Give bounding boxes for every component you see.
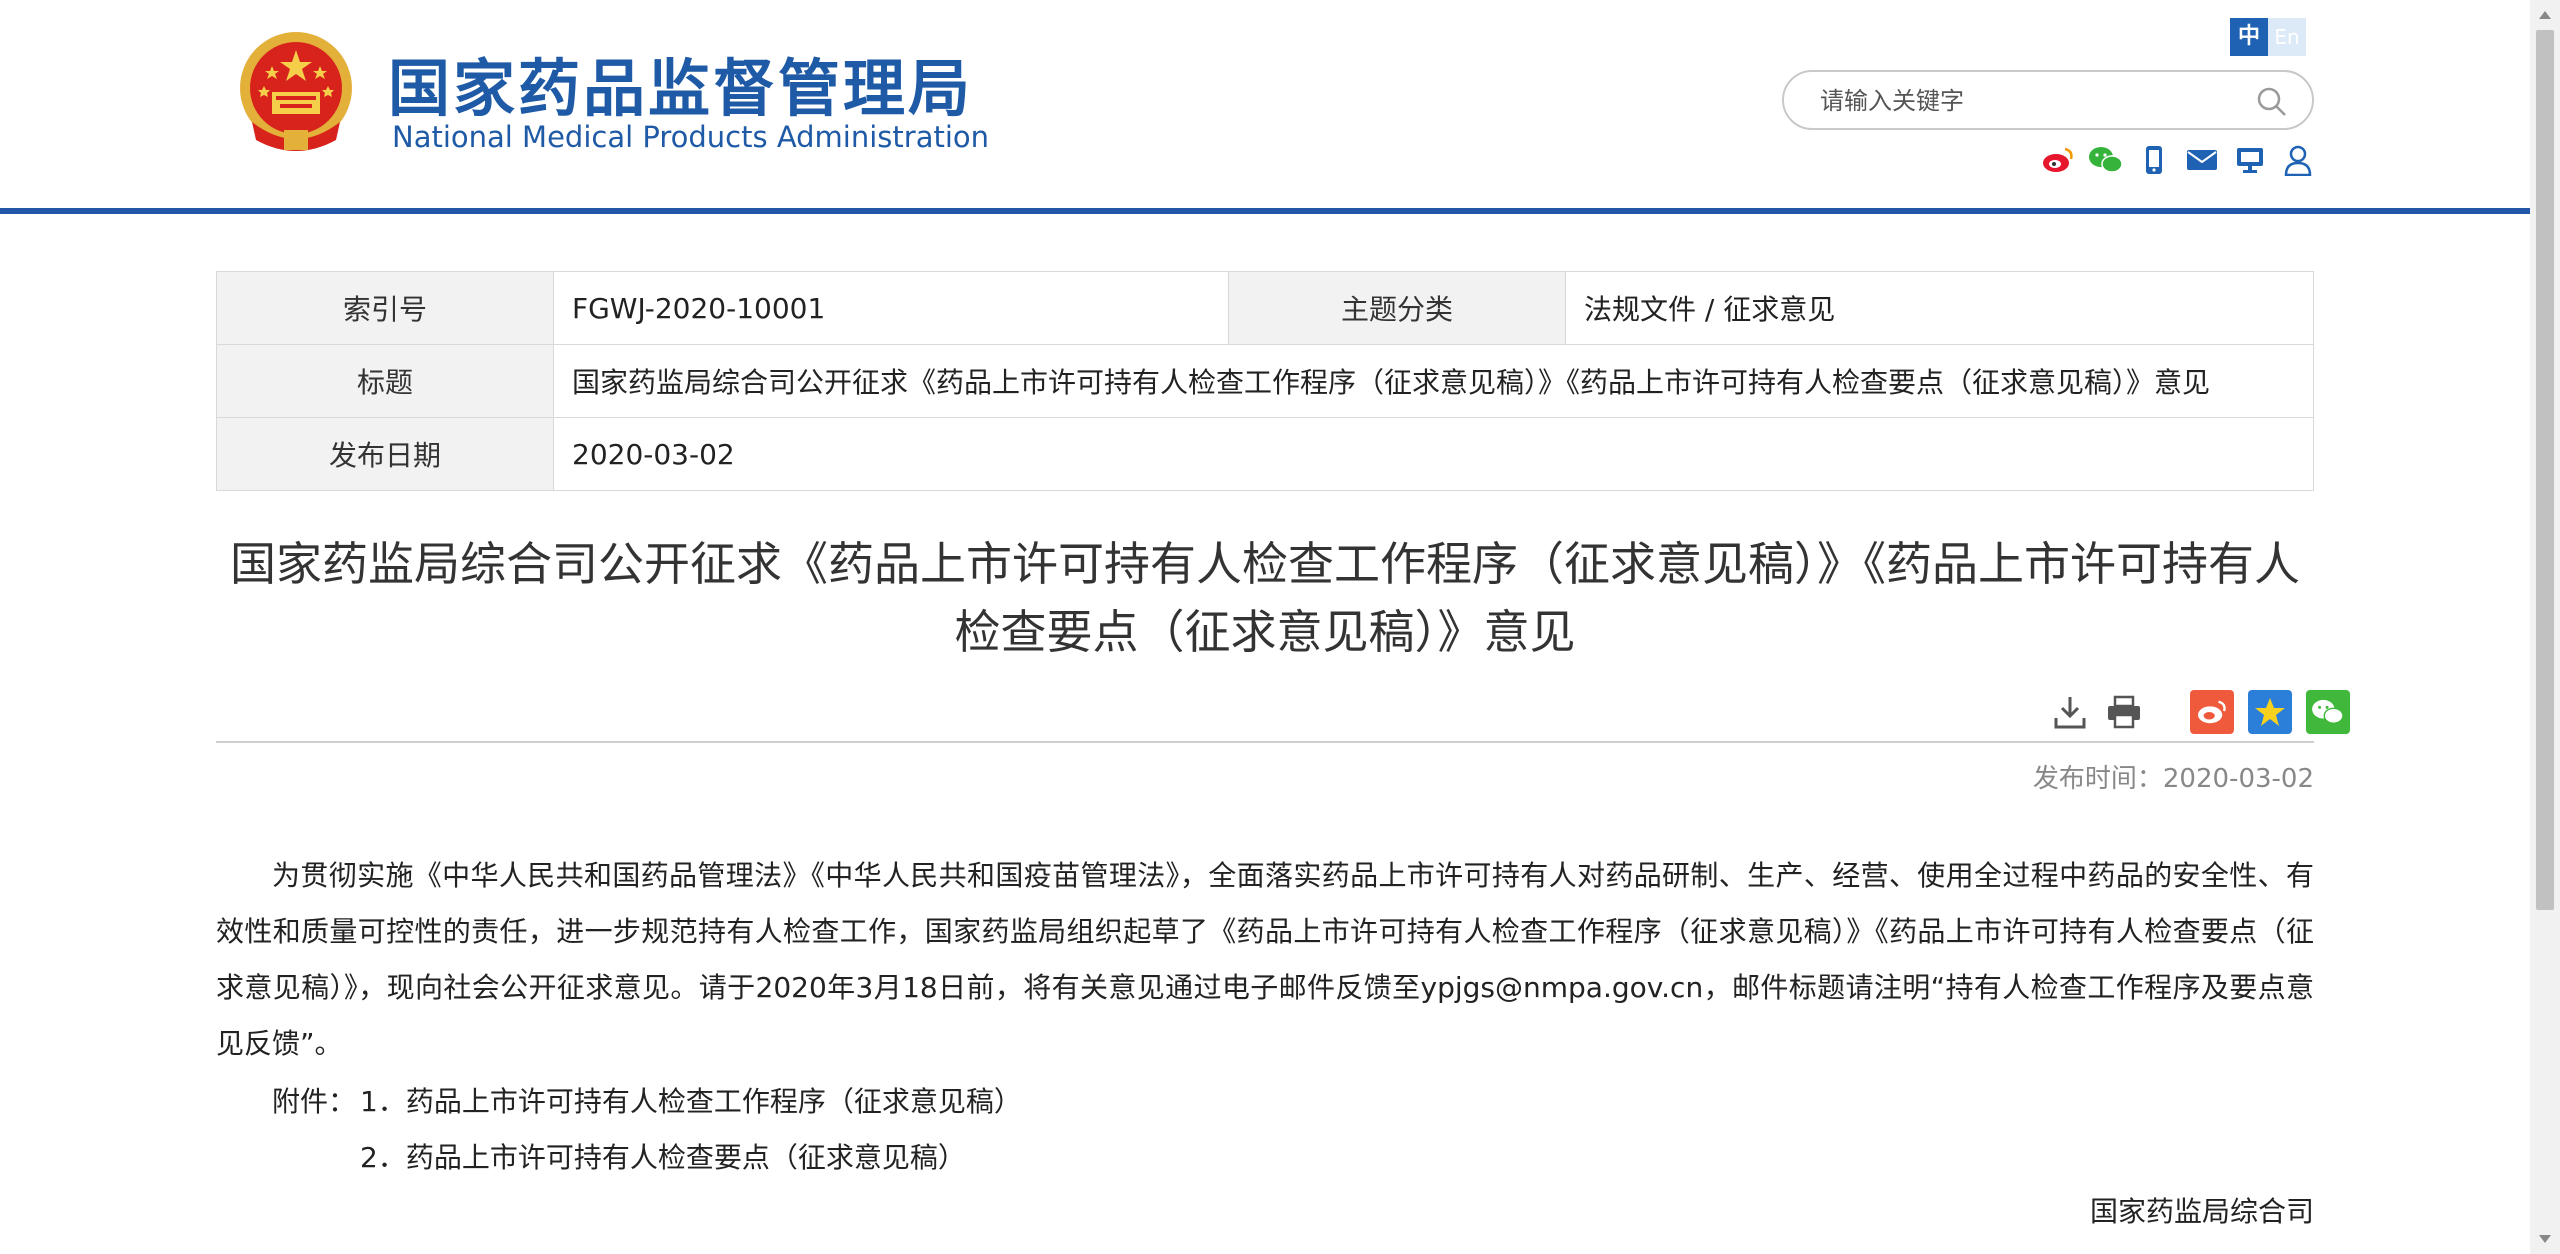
social-icons — [2040, 142, 2316, 178]
weibo-share-icon[interactable] — [2190, 690, 2234, 734]
article-body: 为贯彻实施《中华人民共和国药品管理法》《中华人民共和国疫苗管理法》，全面落实药品… — [216, 859, 2314, 1060]
screen-icon[interactable] — [2232, 142, 2268, 178]
lang-english-button[interactable]: En — [2268, 18, 2306, 56]
document-info-table: 索引号 FGWJ-2020-10001 主题分类 法规文件 / 征求意见 标题 … — [216, 271, 2314, 491]
scroll-up-arrow-icon[interactable] — [2530, 0, 2560, 30]
mobile-icon[interactable] — [2136, 142, 2172, 178]
article-signature: 国家药监局综合司 — [2089, 1195, 2314, 1228]
wechat-icon[interactable] — [2088, 142, 2124, 178]
header-divider — [0, 208, 2530, 214]
title-value: 国家药监局综合司公开征求《药品上市许可持有人检查工作程序（征求意见稿）》《药品上… — [553, 344, 2314, 418]
search-input[interactable] — [1818, 82, 2222, 120]
vertical-scrollbar[interactable] — [2530, 0, 2560, 1254]
category-value: 法规文件 / 征求意见 — [1565, 271, 2314, 345]
download-icon[interactable] — [2050, 692, 2090, 732]
attachment-link-2[interactable]: 2．药品上市许可持有人检查要点（征求意见稿） — [360, 1136, 966, 1176]
weibo-icon[interactable] — [2040, 142, 2076, 178]
table-row: 标题 国家药监局综合司公开征求《药品上市许可持有人检查工作程序（征求意见稿）》《… — [216, 344, 2314, 418]
national-emblem-icon[interactable] — [236, 30, 356, 158]
search-box — [1782, 70, 2314, 130]
article-toolbar — [2050, 690, 2350, 734]
publish-time: 发布时间：2020-03-02 — [2032, 764, 2314, 794]
language-switch: 中 En — [2230, 18, 2306, 56]
lang-chinese-button[interactable]: 中 — [2230, 18, 2268, 56]
table-row: 索引号 FGWJ-2020-10001 主题分类 法规文件 / 征求意见 — [216, 271, 2314, 345]
site-header: 国家药品监督管理局 National Medical Products Admi… — [0, 0, 2530, 212]
table-row: 发布日期 2020-03-02 — [216, 417, 2314, 491]
article-divider — [216, 741, 2314, 743]
publish-date-label: 发布日期 — [216, 417, 554, 491]
attachment-label: 附件： — [272, 1085, 357, 1118]
wechat-share-icon[interactable] — [2306, 690, 2350, 734]
favorite-share-icon[interactable] — [2248, 690, 2292, 734]
search-icon[interactable] — [2256, 86, 2288, 118]
index-number-label: 索引号 — [216, 271, 554, 345]
attachment-link-1[interactable]: 1．药品上市许可持有人检查工作程序（征求意见稿） — [360, 1080, 1022, 1120]
mail-icon[interactable] — [2184, 142, 2220, 178]
scroll-down-arrow-icon[interactable] — [2530, 1224, 2560, 1254]
site-title-chinese[interactable]: 国家药品监督管理局 — [388, 38, 973, 128]
article-title: 国家药监局综合司公开征求《药品上市许可持有人检查工作程序（征求意见稿）》《药品上… — [230, 537, 2300, 659]
publish-date-value: 2020-03-02 — [553, 417, 2314, 491]
scrollbar-thumb[interactable] — [2536, 30, 2554, 910]
index-number-value: FGWJ-2020-10001 — [553, 271, 1229, 345]
category-label: 主题分类 — [1228, 271, 1566, 345]
site-title-english[interactable]: National Medical Products Administration — [392, 120, 989, 154]
user-icon[interactable] — [2280, 142, 2316, 178]
title-label: 标题 — [216, 344, 554, 418]
print-icon[interactable] — [2104, 692, 2144, 732]
